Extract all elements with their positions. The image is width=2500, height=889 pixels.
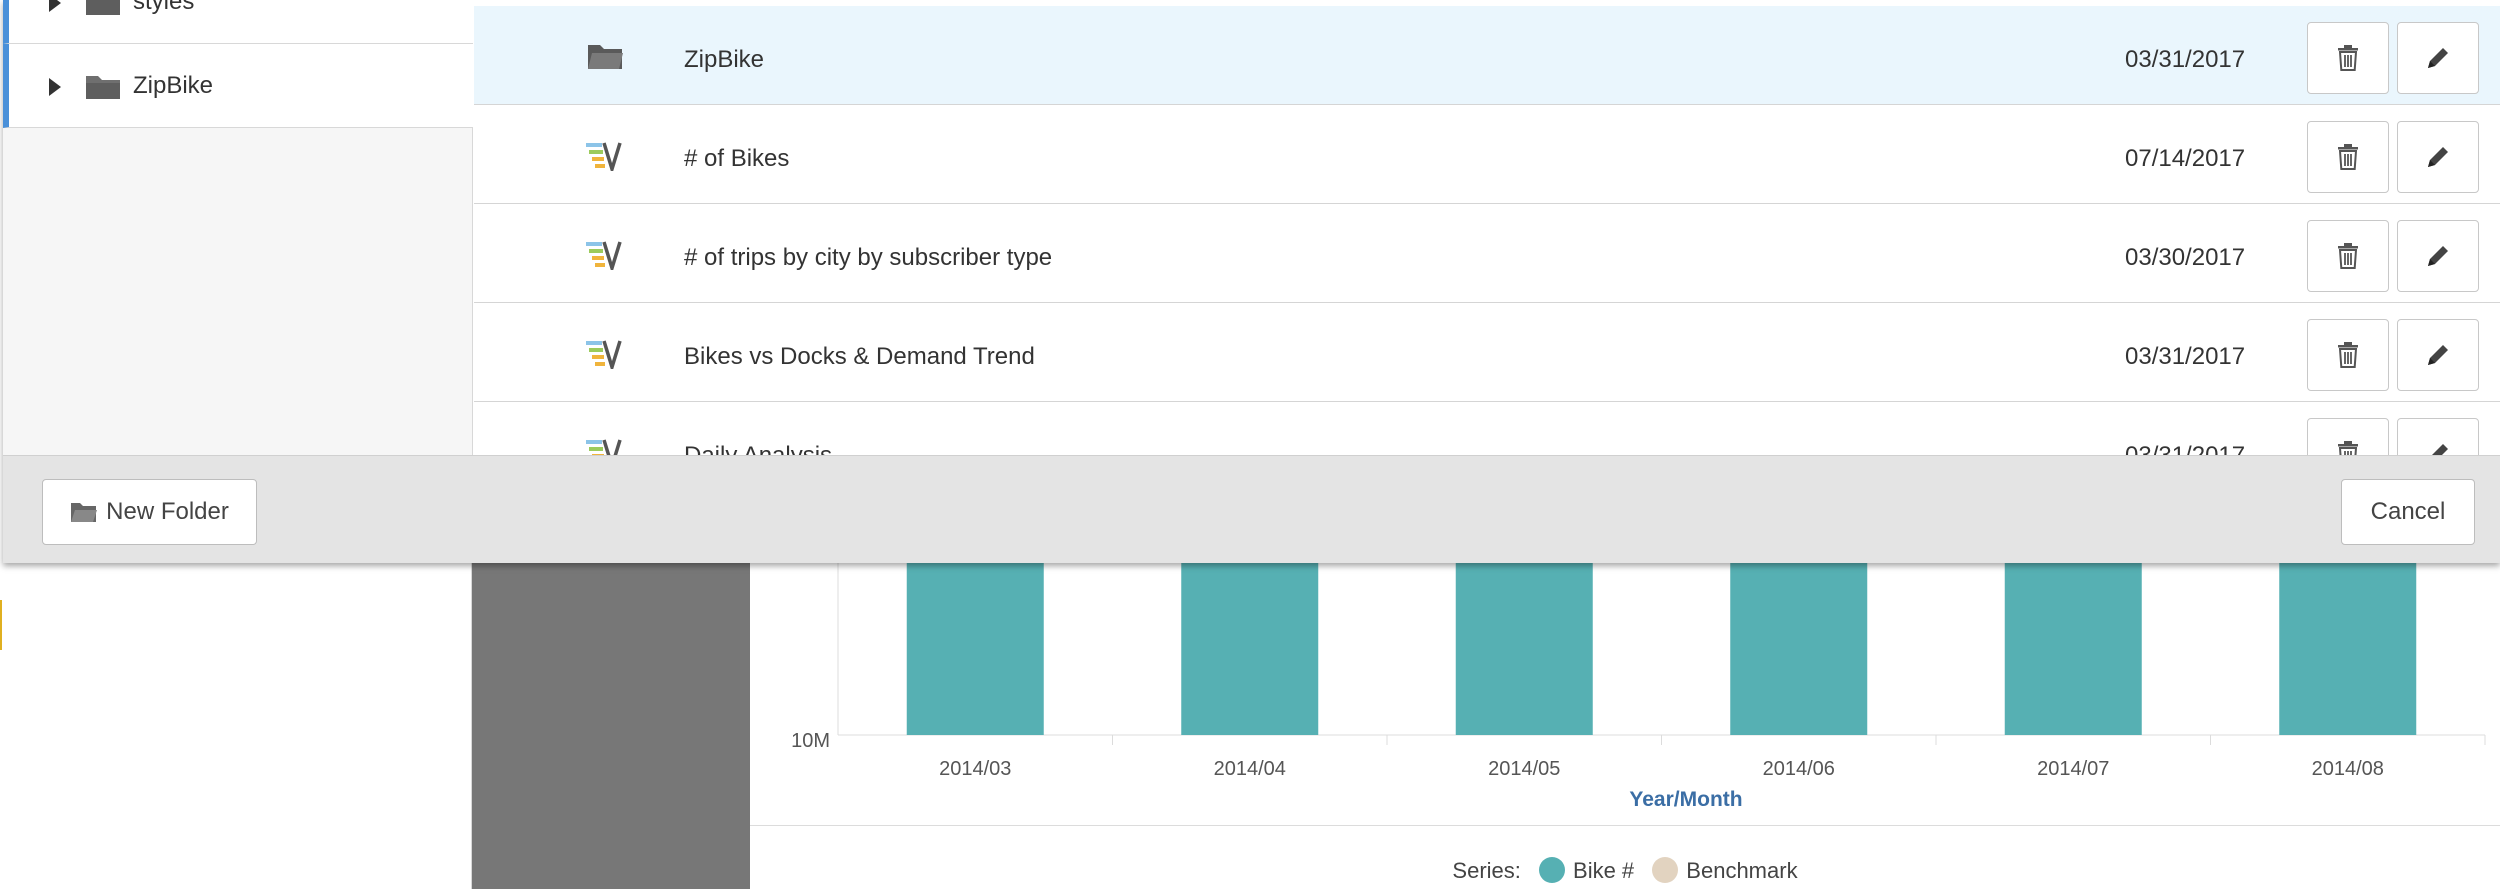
item-date: 03/31/2017 [2125,46,2246,73]
edit-button[interactable] [2397,319,2479,391]
cancel-button[interactable]: Cancel [2341,479,2475,545]
tree-item-label: ZipBike [133,72,214,99]
x-axis-title: Year/Month [1629,788,1742,811]
folder-icon [588,45,623,69]
delete-button[interactable] [2307,121,2389,193]
trash-icon [2338,144,2358,170]
item-name: # of Bikes [684,145,790,172]
list-item[interactable]: # of trips by city by subscriber type 03… [474,204,2500,303]
delete-button[interactable] [2307,319,2389,391]
asset-list: ZipBike 03/31/2017 # of Bikes 07/14/2017… [474,0,2500,455]
pencil-icon [2428,246,2448,266]
trash-icon [2338,342,2358,368]
bar-2014/06[interactable] [1730,560,1868,735]
list-item[interactable]: Bikes vs Docks & Demand Trend 03/31/2017 [474,303,2500,402]
tree-item-label: styles [133,0,195,15]
new-folder-button[interactable]: New Folder [42,479,257,545]
delete-button[interactable] [2307,418,2389,455]
y-tick-label: 10M [791,730,830,752]
edit-button[interactable] [2397,121,2479,193]
bar-2014/05[interactable] [1455,560,1593,735]
chart-legend: Series: Bike # Benchmark [750,857,2500,884]
viewsheet-icon [586,241,622,270]
bar-2014/04[interactable] [1181,560,1319,735]
expand-caret-icon[interactable] [49,0,61,12]
item-date: 03/31/2017 [2125,442,2245,455]
x-tick-label: 2014/08 [2312,758,2384,780]
x-tick-label: 2014/05 [1488,758,1560,780]
x-tick-label: 2014/03 [939,758,1011,780]
bar-2014/07[interactable] [2004,560,2142,735]
tree-item-zipbike[interactable]: ZipBike [3,44,473,128]
trash-icon [2338,243,2358,269]
item-date: 03/30/2017 [2125,244,2246,271]
list-item[interactable]: ZipBike 03/31/2017 [474,6,2500,105]
legend-swatch-bike [1539,857,1566,884]
item-name: ZipBike [684,46,765,73]
item-date: 07/14/2017 [2125,145,2246,172]
edit-button[interactable] [2397,220,2479,292]
list-item[interactable]: Daily Analysis 03/31/2017 [474,402,2500,455]
legend-label-benchmark: Benchmark [1686,858,1798,883]
expand-caret-icon[interactable] [49,78,61,96]
chart-legend-divider [750,825,2500,826]
legend-title: Series: [1452,858,1521,883]
pencil-icon [2428,48,2448,68]
legend-label-bike: Bike # [1573,858,1635,883]
x-tick-label: 2014/06 [1763,758,1835,780]
item-name: Daily Analysis [684,442,832,455]
dialog-footer: New Folder Cancel [3,455,2500,563]
bar-2014/03[interactable] [906,560,1044,735]
folder-tree: styles ZipBike [3,0,473,455]
viewsheet-icon [586,439,622,455]
viewsheet-icon [586,142,622,171]
bar-2014/08[interactable] [2279,560,2417,735]
edit-button[interactable] [2397,418,2479,455]
pencil-icon [2428,345,2448,365]
folder-icon [86,0,120,15]
legend-swatch-benchmark [1652,857,1679,884]
item-date: 03/31/2017 [2125,343,2246,370]
folder-icon [86,76,120,99]
delete-button[interactable] [2307,22,2389,94]
item-name: # of trips by city by subscriber type [684,244,1053,271]
pencil-icon [2432,444,2448,455]
x-tick-label: 2014/04 [1214,758,1286,780]
x-tick-label: 2014/07 [2037,758,2109,780]
tree-item-styles[interactable]: styles [3,0,473,44]
new-folder-label: New Folder [106,498,229,525]
edit-button[interactable] [2397,22,2479,94]
folder-open-icon [71,503,98,522]
item-name: Bikes vs Docks & Demand Trend [684,343,1035,370]
background-accent-marker [0,600,2,650]
pencil-icon [2428,147,2448,167]
delete-button[interactable] [2307,220,2389,292]
viewsheet-icon [586,340,622,369]
trash-icon [2338,441,2358,455]
open-asset-dialog: styles ZipBike ZipBike 03/31/2017 # of B… [3,0,2500,563]
list-item[interactable]: # of Bikes 07/14/2017 [474,105,2500,204]
trash-icon [2338,45,2358,71]
